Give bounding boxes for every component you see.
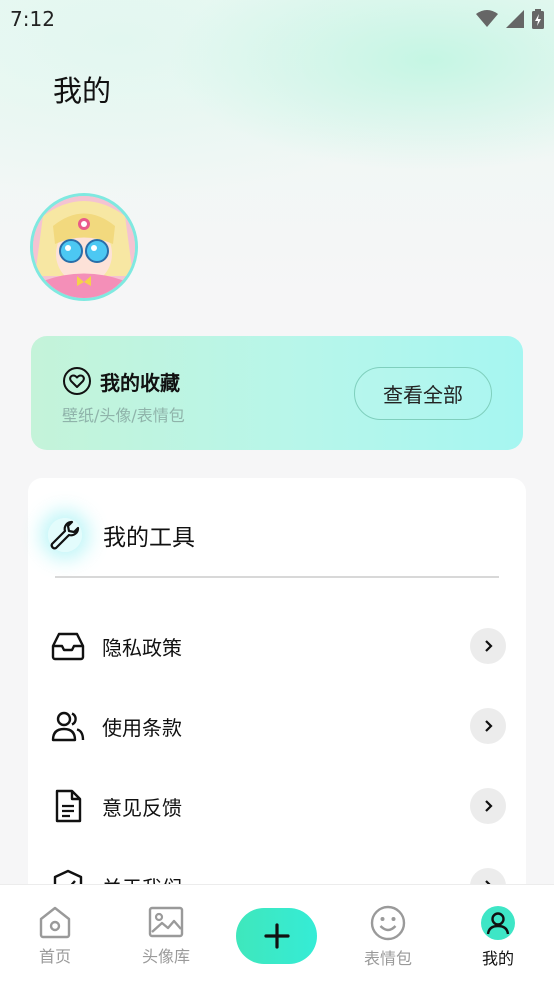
status-bar: 7:12 <box>0 0 554 38</box>
nav-label: 表情包 <box>363 949 412 968</box>
menu-item-feedback[interactable]: 意见反馈 <box>48 786 506 826</box>
menu-item-label: 隐私政策 <box>102 635 182 660</box>
nav-item-stickers[interactable]: 表情包 <box>348 905 428 975</box>
favorites-title-row: 我的收藏 <box>62 366 180 396</box>
inbox-icon <box>48 626 88 666</box>
status-time: 7:12 <box>10 7 55 31</box>
favorites-card[interactable]: 我的收藏 壁纸/头像/表情包 查看全部 <box>31 336 523 450</box>
menu-item-terms-of-use[interactable]: 使用条款 <box>48 706 506 746</box>
create-button[interactable] <box>236 908 317 964</box>
menu-item-label: 使用条款 <box>102 715 182 740</box>
signal-icon <box>506 10 524 28</box>
tools-header: 我的工具 <box>48 518 195 552</box>
wifi-icon <box>476 10 498 27</box>
nav-item-avatar-library[interactable]: 头像库 <box>126 905 206 975</box>
chevron-right-icon[interactable] <box>470 708 506 744</box>
home-icon <box>39 906 71 939</box>
bottom-nav: 首页 头像库 表情包 我的 <box>0 884 554 984</box>
page-title: 我的 <box>53 74 112 108</box>
plus-icon <box>263 923 290 949</box>
menu-item-label: 意见反馈 <box>102 795 182 820</box>
nav-label: 我的 <box>481 949 514 968</box>
avatar-illustration-icon <box>33 196 135 298</box>
menu-item-privacy-policy[interactable]: 隐私政策 <box>48 626 506 666</box>
status-icons <box>476 9 544 29</box>
nav-item-mine[interactable]: 我的 <box>458 905 538 975</box>
profile-icon <box>481 906 515 940</box>
chevron-right-icon[interactable] <box>470 628 506 664</box>
wrench-icon <box>48 518 82 552</box>
nav-item-home[interactable]: 首页 <box>15 905 95 975</box>
tools-divider <box>55 576 499 578</box>
favorites-title: 我的收藏 <box>100 370 180 395</box>
battery-icon <box>532 9 544 29</box>
nav-label: 首页 <box>38 947 71 966</box>
users-icon <box>48 706 88 746</box>
heart-icon <box>63 367 91 395</box>
tools-title: 我的工具 <box>103 525 195 551</box>
smiley-icon <box>370 905 406 941</box>
nav-label: 头像库 <box>141 947 190 966</box>
tools-card: 我的工具 隐私政策 使用条款 意见反馈 关于我们 <box>28 478 526 908</box>
view-all-button[interactable]: 查看全部 <box>354 367 492 420</box>
image-icon <box>148 906 184 938</box>
document-icon <box>48 786 88 826</box>
favorites-subtitle: 壁纸/头像/表情包 <box>62 406 185 425</box>
avatar[interactable] <box>30 193 138 301</box>
chevron-right-icon[interactable] <box>470 788 506 824</box>
